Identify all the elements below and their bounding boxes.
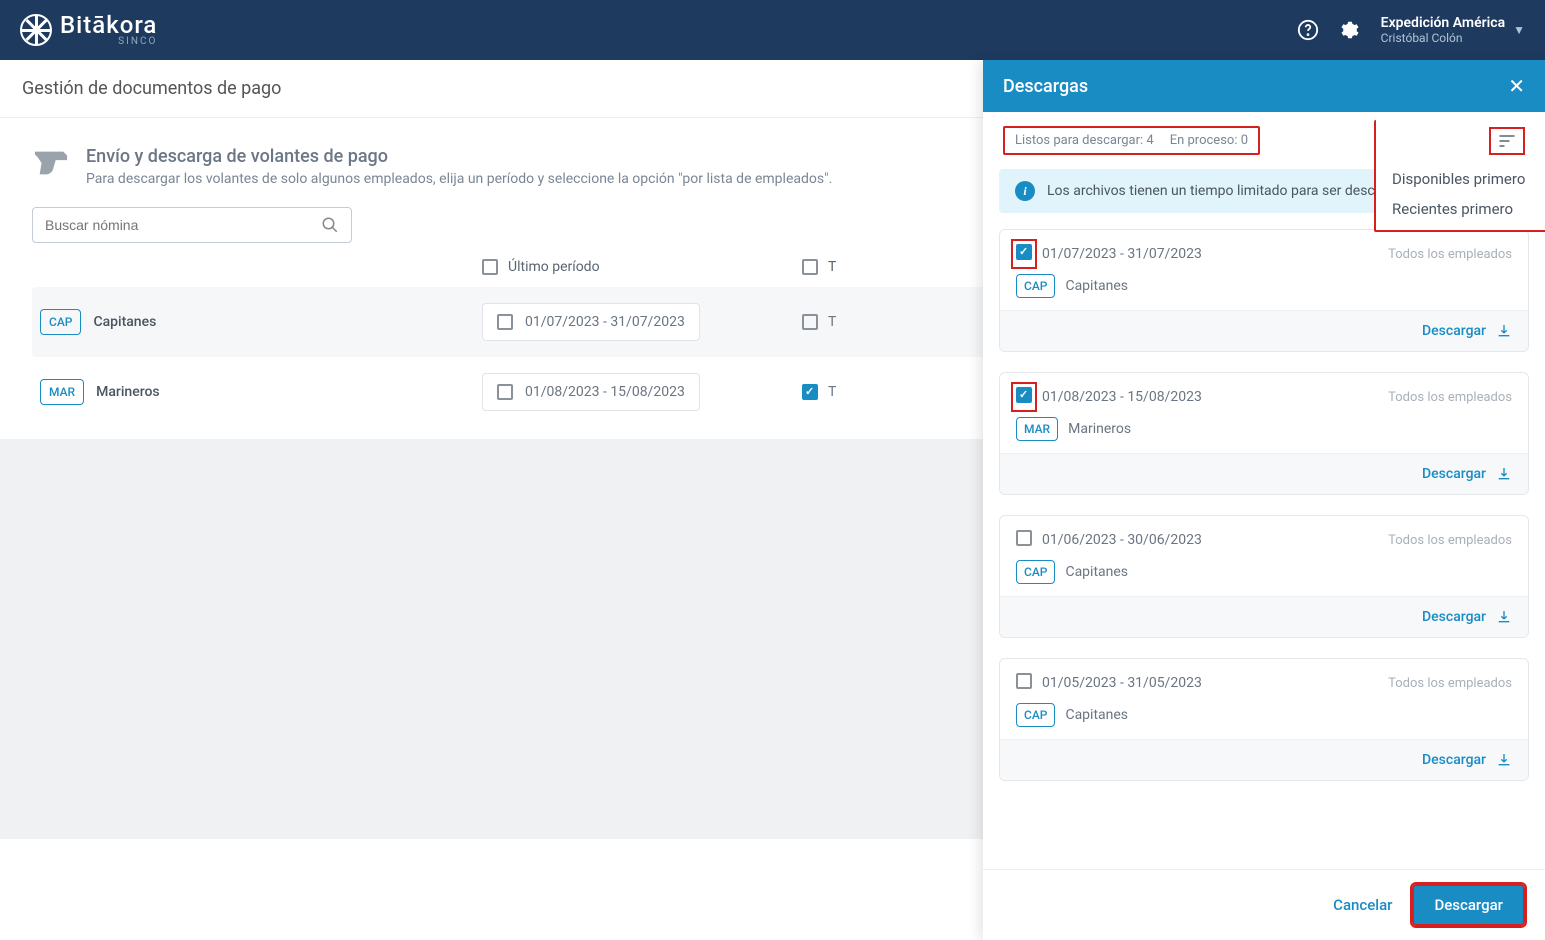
periodo-box[interactable]: 01/08/2023 - 15/08/2023 <box>482 373 700 411</box>
download-badge: CAP <box>1016 274 1055 298</box>
download-name: Capitanes <box>1065 278 1128 294</box>
panel-footer: Cancelar Descargar <box>983 869 1545 940</box>
download-icon[interactable] <box>1496 323 1512 339</box>
sort-option-recent[interactable]: Recientes primero <box>1392 200 1531 218</box>
nomina-name: Marineros <box>96 384 160 400</box>
col-periodo-label: Último período <box>508 259 600 275</box>
panel-body: 01/07/2023 - 31/07/2023 Todos los emplea… <box>983 229 1545 869</box>
download-badge: CAP <box>1016 703 1055 727</box>
download-icon[interactable] <box>1496 752 1512 768</box>
download-scope: Todos los empleados <box>1388 390 1512 405</box>
user-menu[interactable]: Expedición América Cristóbal Colón ▼ <box>1381 15 1525 45</box>
nomina-badge: CAP <box>40 309 81 335</box>
download-card: 01/05/2023 - 31/05/2023 Todos los emplea… <box>999 658 1529 781</box>
panel-toolbar: Listos para descargar: 4 En proceso: 0 D… <box>983 112 1545 169</box>
download-checkbox[interactable] <box>1016 244 1032 260</box>
ready-count: Listos para descargar: 4 <box>1015 133 1154 148</box>
user-name: Cristóbal Colón <box>1381 31 1505 45</box>
download-name: Capitanes <box>1065 707 1128 723</box>
download-scope: Todos los empleados <box>1388 533 1512 548</box>
search-box[interactable] <box>32 207 352 243</box>
sort-option-available[interactable]: Disponibles primero <box>1392 170 1531 188</box>
info-icon: i <box>1015 181 1035 201</box>
download-date: 01/06/2023 - 30/06/2023 <box>1042 532 1202 548</box>
gun-icon <box>32 146 70 180</box>
stats-box: Listos para descargar: 4 En proceso: 0 <box>1003 126 1260 155</box>
download-link[interactable]: Descargar <box>1422 609 1486 625</box>
download-name: Marineros <box>1068 421 1131 437</box>
download-card: 01/08/2023 - 15/08/2023 Todos los emplea… <box>999 372 1529 495</box>
search-input[interactable] <box>45 217 321 233</box>
download-checkbox[interactable] <box>1016 530 1032 546</box>
search-icon <box>321 216 339 234</box>
checkbox-periodo[interactable] <box>497 384 513 400</box>
download-badge: CAP <box>1016 560 1055 584</box>
checkbox-periodo[interactable] <box>497 314 513 330</box>
download-date: 01/05/2023 - 31/05/2023 <box>1042 675 1202 691</box>
download-badge: MAR <box>1016 417 1058 441</box>
section-title: Envío y descarga de volantes de pago <box>86 146 832 167</box>
user-org: Expedición América <box>1381 15 1505 31</box>
checkbox-todos-header[interactable] <box>802 259 818 275</box>
logo-wheel-icon <box>20 14 52 46</box>
nomina-badge: MAR <box>40 379 84 405</box>
download-scope: Todos los empleados <box>1388 676 1512 691</box>
logo-main: Bitākora <box>60 13 157 37</box>
sort-button[interactable] <box>1489 127 1525 155</box>
proc-count: En proceso: 0 <box>1170 133 1248 148</box>
periodo-box[interactable]: 01/07/2023 - 31/07/2023 <box>482 303 700 341</box>
logo-area: Bitākora SINCO <box>20 13 1297 47</box>
panel-title: Descargas <box>1003 76 1088 97</box>
nomina-name: Capitanes <box>93 314 156 330</box>
panel-header: Descargas ✕ <box>983 60 1545 112</box>
chevron-down-icon: ▼ <box>1513 23 1525 37</box>
checkbox-todos[interactable] <box>802 384 818 400</box>
downloads-panel: Descargas ✕ Listos para descargar: 4 En … <box>983 60 1545 940</box>
periodo-text: 01/08/2023 - 15/08/2023 <box>525 384 685 400</box>
logo-text: Bitākora SINCO <box>60 13 157 47</box>
cancel-button[interactable]: Cancelar <box>1333 896 1392 914</box>
section-desc: Para descargar los volantes de solo algu… <box>86 171 832 187</box>
download-link[interactable]: Descargar <box>1422 323 1486 339</box>
download-scope: Todos los empleados <box>1388 247 1512 262</box>
download-card: 01/07/2023 - 31/07/2023 Todos los emplea… <box>999 229 1529 352</box>
checkbox-todos[interactable] <box>802 314 818 330</box>
info-text: Los archivos tienen un tiempo limitado p… <box>1047 183 1387 199</box>
download-link[interactable]: Descargar <box>1422 466 1486 482</box>
download-checkbox[interactable] <box>1016 387 1032 403</box>
download-card: 01/06/2023 - 30/06/2023 Todos los emplea… <box>999 515 1529 638</box>
periodo-text: 01/07/2023 - 31/07/2023 <box>525 314 685 330</box>
download-name: Capitanes <box>1065 564 1128 580</box>
header-right: Expedición América Cristóbal Colón ▼ <box>1297 15 1525 45</box>
download-link[interactable]: Descargar <box>1422 752 1486 768</box>
logo-sub: SINCO <box>60 37 157 47</box>
download-icon[interactable] <box>1496 466 1512 482</box>
close-icon[interactable]: ✕ <box>1508 74 1525 98</box>
gear-icon[interactable] <box>1339 19 1361 41</box>
download-checkbox[interactable] <box>1016 673 1032 689</box>
col-todos-label: T <box>828 259 836 275</box>
download-date: 01/08/2023 - 15/08/2023 <box>1042 389 1202 405</box>
todos-label: T <box>828 384 836 400</box>
checkbox-periodo-header[interactable] <box>482 259 498 275</box>
download-icon[interactable] <box>1496 609 1512 625</box>
download-all-button[interactable]: Descargar <box>1412 884 1525 926</box>
top-header: Bitākora SINCO Expedición América Cristó… <box>0 0 1545 60</box>
todos-label: T <box>828 314 836 330</box>
download-date: 01/07/2023 - 31/07/2023 <box>1042 246 1202 262</box>
help-icon[interactable] <box>1297 19 1319 41</box>
